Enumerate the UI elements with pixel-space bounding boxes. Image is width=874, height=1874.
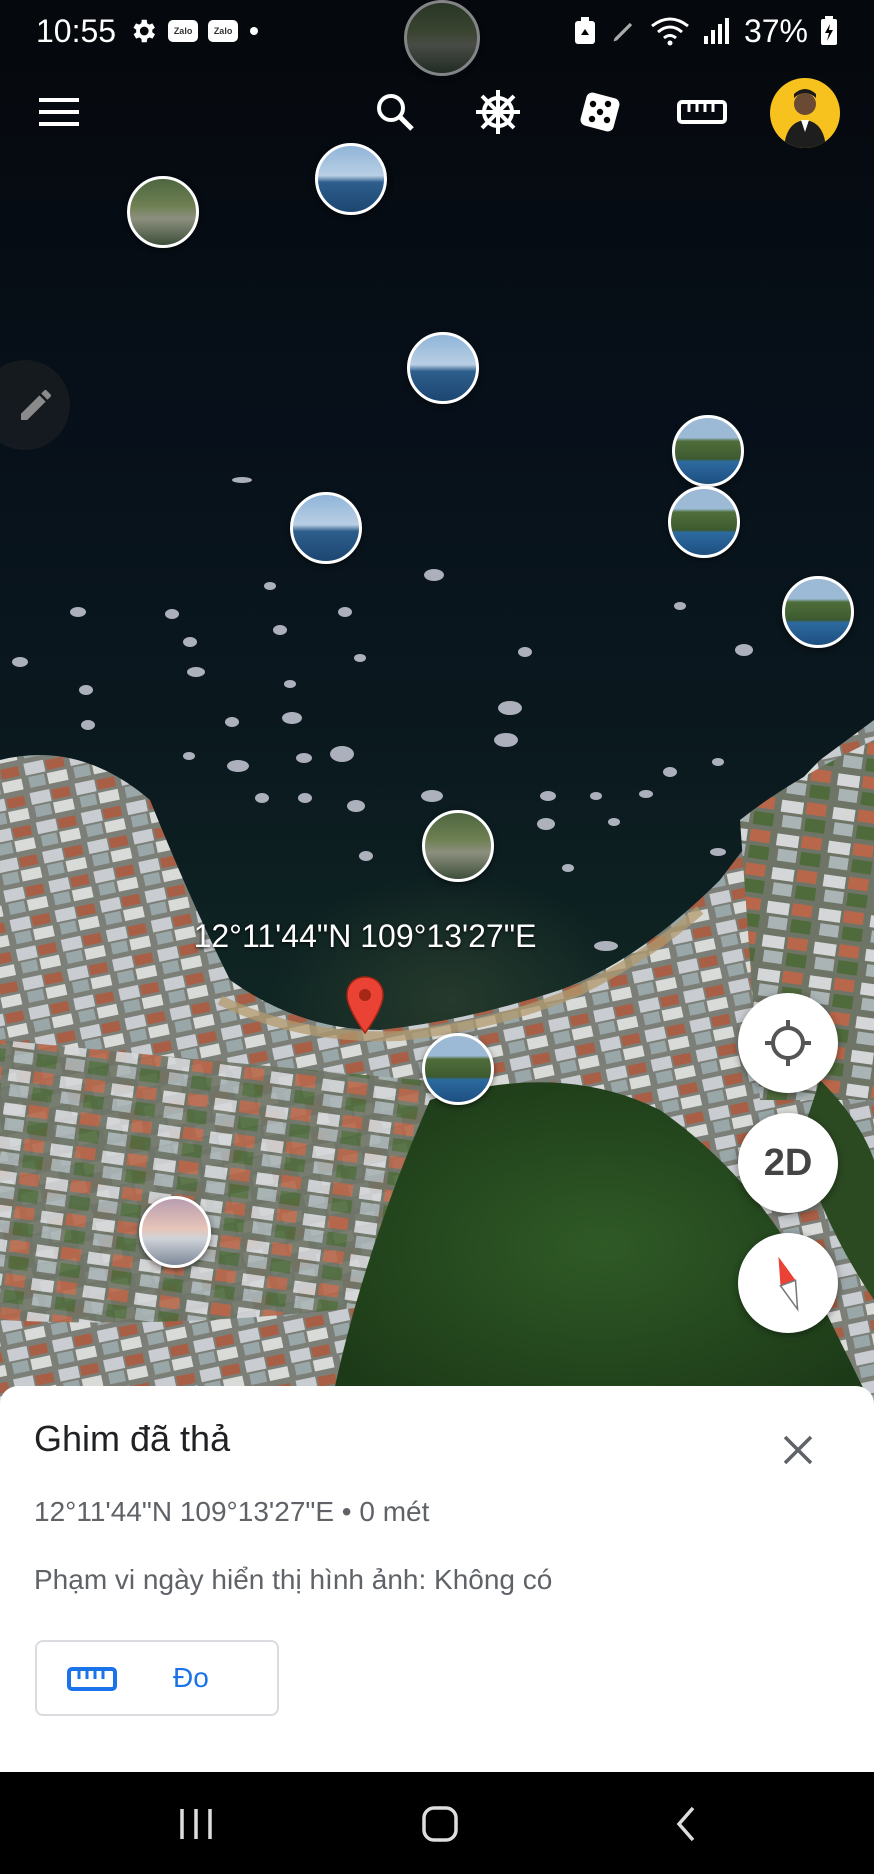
signal-icon xyxy=(703,18,729,44)
photo-thumbnail[interactable] xyxy=(782,576,854,648)
ship-wheel-icon xyxy=(476,90,520,134)
ruler-icon xyxy=(67,1664,117,1699)
compass-button[interactable] xyxy=(738,1233,838,1333)
photo-thumbnail[interactable] xyxy=(422,810,494,882)
voyager-button[interactable] xyxy=(466,80,530,144)
image-date-range: Phạm vi ngày hiển thị hình ảnh: Không có xyxy=(34,1564,553,1595)
battery-charging-icon xyxy=(821,16,837,45)
search-icon xyxy=(377,94,414,131)
status-time: 10:55 xyxy=(36,12,117,49)
feeling-lucky-button[interactable] xyxy=(568,80,632,144)
navigation-bar xyxy=(0,1772,874,1874)
back-icon xyxy=(676,1806,695,1842)
photo-thumbnail[interactable] xyxy=(422,1033,494,1105)
view-mode-2d-button[interactable]: 2D xyxy=(738,1113,838,1213)
measure-toolbar-button[interactable] xyxy=(670,80,734,144)
photo-thumbnail[interactable] xyxy=(139,1196,211,1268)
pin-coordinate-label: 12°11'44"N 109°13'27"E xyxy=(193,918,537,954)
dropped-pin-sheet: Ghim đã thả 12°11'44"N 109°13'27"E • 0 m… xyxy=(0,1386,874,1772)
photo-thumbnail[interactable] xyxy=(672,415,744,487)
photo-thumbnail[interactable] xyxy=(290,492,362,564)
photo-thumbnail[interactable] xyxy=(127,176,199,248)
photo-thumbnail[interactable] xyxy=(407,332,479,404)
home-icon xyxy=(422,1806,458,1842)
avatar-person-icon xyxy=(784,89,826,148)
pin-coordinates: 12°11'44"N 109°13'27"E • 0 mét xyxy=(34,1496,430,1527)
gear-icon xyxy=(133,19,156,43)
back-button[interactable] xyxy=(646,1794,726,1854)
close-button[interactable] xyxy=(770,1422,826,1478)
recents-button[interactable] xyxy=(156,1794,236,1854)
hamburger-menu-icon xyxy=(39,98,79,126)
close-icon xyxy=(783,1435,813,1465)
user-avatar[interactable] xyxy=(770,78,840,148)
dot-icon xyxy=(250,27,259,35)
battery-percent: 37% xyxy=(743,12,808,49)
measure-button[interactable]: Đo xyxy=(35,1640,279,1716)
pen-icon xyxy=(613,22,633,42)
my-location-button[interactable] xyxy=(738,993,838,1093)
menu-button[interactable] xyxy=(28,80,92,144)
ruler-icon xyxy=(677,100,727,124)
sheet-title: Ghim đã thả xyxy=(34,1418,231,1459)
zalo-icon: Zalo xyxy=(168,20,199,42)
pencil-icon xyxy=(21,389,52,420)
search-button[interactable] xyxy=(363,80,427,144)
dice-icon xyxy=(580,92,620,132)
wifi-icon xyxy=(651,17,689,46)
photo-thumbnail[interactable] xyxy=(668,486,740,558)
home-button[interactable] xyxy=(400,1794,480,1854)
compass-icon xyxy=(778,1256,799,1312)
recents-icon xyxy=(180,1809,212,1839)
measure-button-label: Đo xyxy=(173,1662,209,1693)
my-location-icon xyxy=(765,1020,811,1066)
recycle-icon xyxy=(574,17,595,44)
photo-thumbnail[interactable] xyxy=(315,143,387,215)
map-view[interactable]: 12°11'44"N 109°13'27"E xyxy=(0,0,874,1410)
status-bar: 10:55 Zalo Zalo 37% xyxy=(0,0,874,62)
zalo-icon: Zalo xyxy=(208,20,239,42)
